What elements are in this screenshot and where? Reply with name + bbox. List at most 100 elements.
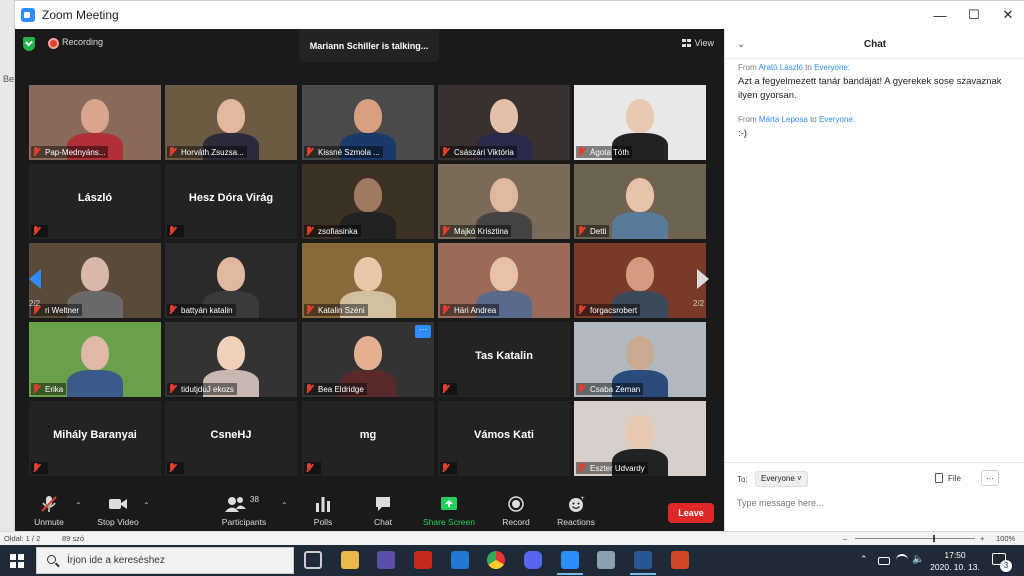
page-count[interactable]: Oldal: 1 / 2 [4,534,40,543]
chat-message-input[interactable] [737,495,1007,511]
muted-mic-icon [441,305,450,315]
participant-tile[interactable]: mg [302,401,434,476]
svg-text:+: + [580,495,585,502]
search-icon [47,555,56,564]
mail-app-icon[interactable] [451,551,469,569]
close-button[interactable]: ✕ [991,1,1024,29]
participant-tile[interactable]: Bea Eldridge ··· [302,322,434,397]
leave-button[interactable]: Leave [668,503,714,523]
file-label: File [948,473,961,483]
participant-tile[interactable]: Hári Andrea [438,243,570,318]
zoom-out-button[interactable]: – [843,534,847,543]
participant-tile[interactable]: Eszter Udvardy [574,401,706,476]
chat-button[interactable]: Chat [353,495,413,527]
participant-tile[interactable]: Vámos Kati [438,401,570,476]
participant-tile[interactable]: forgacsrobert [574,243,706,318]
maximize-button[interactable]: ☐ [957,1,991,29]
view-button[interactable]: View [681,38,714,48]
background-word-window: Be [0,0,14,531]
discord-icon[interactable] [524,551,542,569]
chevron-up-icon[interactable]: ⌃ [75,501,82,510]
taskbar-search-box[interactable]: Írjon ide a kereséshez [36,547,294,574]
participants-button[interactable]: 38 Participants [214,495,274,527]
participant-nameplate: Ágota Tóth [576,146,632,158]
previous-page-arrow-icon[interactable] [29,269,41,289]
participant-tile[interactable]: zsofiasinka [302,164,434,239]
participant-tile[interactable]: Tas Katalin [438,322,570,397]
tile-more-options-button[interactable]: ··· [415,325,431,338]
taskbar-clock[interactable]: 17:50 2020. 10. 13. [925,549,985,573]
zoom-in-button[interactable]: + [980,534,984,543]
participant-tile[interactable]: Majkó Krisztina [438,164,570,239]
battery-icon[interactable] [878,557,890,565]
participant-name: Ágota Tóth [590,147,629,157]
wifi-icon[interactable] [896,554,908,566]
chat-label: Chat [374,517,392,527]
save-app-icon[interactable] [377,551,395,569]
muted-mic-icon [577,463,586,473]
share-screen-button[interactable]: Share Screen [419,495,479,527]
participant-name-center: Hesz Dóra Virág [188,192,274,204]
zoom-window: Zoom Meeting — ☐ ✕ Recording Mariann Sch… [14,0,1024,532]
participant-tile[interactable]: Erika [29,322,161,397]
participant-nameplate: Császári Viktória [440,146,517,158]
zoom-slider[interactable] [855,535,975,542]
next-page-arrow-icon[interactable] [697,269,709,289]
calculator-icon[interactable] [597,551,615,569]
participant-name-center: CsneHJ [210,429,252,441]
stop-video-button[interactable]: Stop Video [88,495,148,527]
participants-icon: 38 [224,495,264,513]
task-view-icon[interactable] [304,551,322,569]
muted-mic-icon [577,384,586,394]
more-options-button[interactable]: ... [981,470,999,486]
shield-icon[interactable] [23,37,35,51]
participant-tile[interactable]: Császári Viktória [438,85,570,160]
participant-tile[interactable]: Katalin Széni [302,243,434,318]
record-button[interactable]: Record [486,495,546,527]
participant-tile[interactable]: tidutjduJ ekozs [165,322,297,397]
participant-tile[interactable]: Mihály Baranyai [29,401,161,476]
word-count[interactable]: 89 szó [62,534,84,543]
chevron-up-icon[interactable]: ⌃ [143,501,150,510]
participant-tile[interactable]: Detti [574,164,706,239]
windows-start-icon[interactable] [10,554,24,568]
unmute-button[interactable]: Unmute [19,495,79,527]
recipient-value: Everyone [761,474,795,483]
participant-tile[interactable]: Pap-Mednyáns... [29,85,161,160]
participant-nameplate [31,225,48,237]
participant-tile[interactable]: Hesz Dóra Virág [165,164,297,239]
zoom-level[interactable]: 100% [996,534,1015,543]
word-app-icon[interactable] [630,551,656,575]
chevron-up-icon[interactable]: ⌃ [281,501,288,510]
chevron-up-icon[interactable]: ⌃ [860,554,872,566]
share-screen-label: Share Screen [423,517,475,527]
reactions-button[interactable]: + Reactions [546,495,606,527]
participant-tile[interactable]: László [29,164,161,239]
participant-name: Kissné Szmola ... [318,147,380,157]
zoom-app-icon[interactable] [557,551,583,575]
pdf-reader-icon[interactable] [414,551,432,569]
message-sender[interactable]: Márta Leposa [759,115,808,124]
participant-nameplate: tidutjduJ ekozs [167,383,237,395]
participant-tile[interactable]: Kissné Szmola ... [302,85,434,160]
muted-mic-icon [32,463,41,473]
participant-tile[interactable]: ri Weltner [29,243,161,318]
participant-tile[interactable]: battyán katalin [165,243,297,318]
muted-mic-icon [168,226,177,236]
chat-footer: To: Everyone ˅ File ... [725,462,1024,532]
participant-tile[interactable]: Csaba Zeman [574,322,706,397]
message-sender[interactable]: Arató László [758,63,802,72]
minimize-button[interactable]: — [923,1,957,29]
participant-tile[interactable]: CsneHJ [165,401,297,476]
file-explorer-icon[interactable] [341,551,359,569]
participant-tile[interactable]: Horváth Zsuzsa... [165,85,297,160]
powerpoint-app-icon[interactable] [671,551,689,569]
speaker-icon[interactable]: 🔈 [912,554,924,566]
polls-button[interactable]: Polls [293,495,353,527]
recipient-select[interactable]: Everyone ˅ [755,471,808,487]
muted-mic-icon [305,384,314,394]
muted-mic-icon [168,463,177,473]
file-button[interactable]: File [935,473,961,483]
participant-tile[interactable]: Ágota Tóth [574,85,706,160]
chrome-icon[interactable] [487,551,505,569]
